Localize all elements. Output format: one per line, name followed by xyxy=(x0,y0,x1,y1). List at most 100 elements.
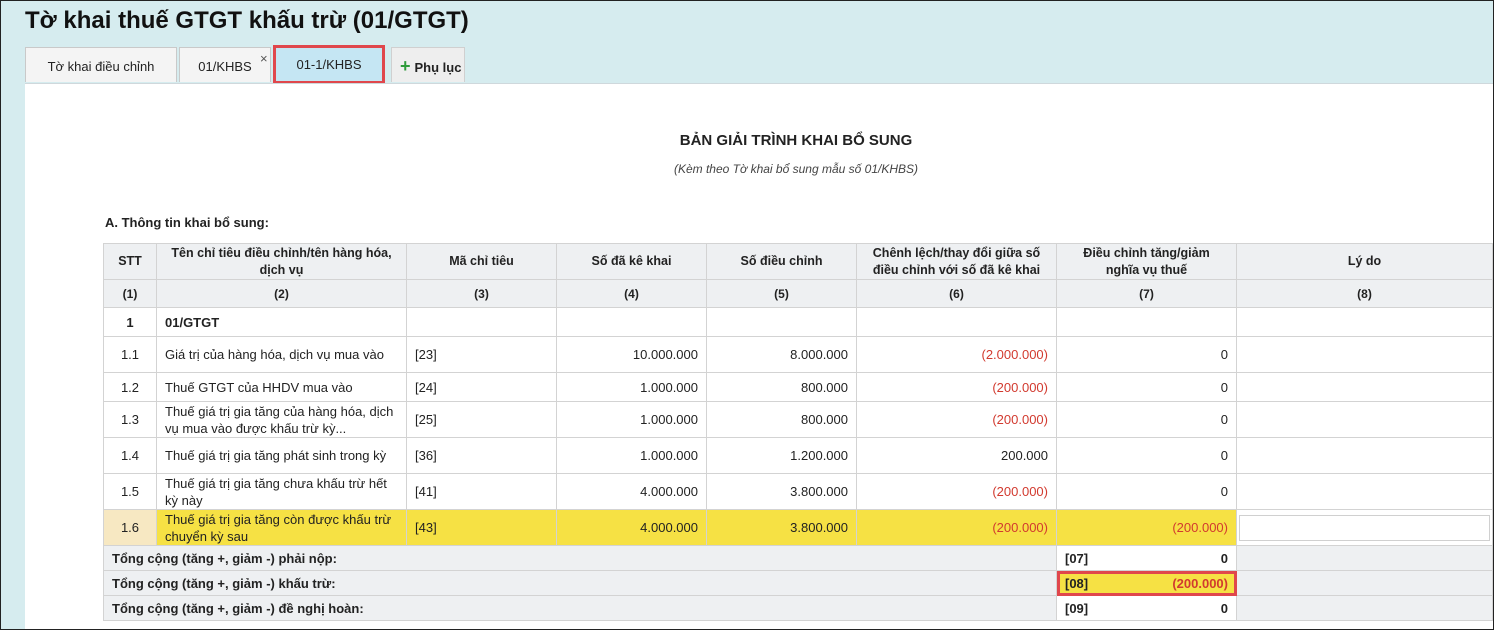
row-adjusted[interactable]: 3.800.000 xyxy=(706,473,857,510)
plus-icon: + xyxy=(400,56,411,76)
row-stt: 1.2 xyxy=(103,372,157,402)
row-declared: 10.000.000 xyxy=(556,336,707,373)
close-icon[interactable]: × xyxy=(260,51,268,66)
row-declared: 1.000.000 xyxy=(556,401,707,438)
total-label: Tổng cộng (tăng +, giảm -) khấu trừ: xyxy=(103,570,1057,596)
supplementary-table: STT Tên chỉ tiêu điều chỉnh/tên hàng hóa… xyxy=(103,243,1493,621)
group-stt: 1 xyxy=(103,307,157,337)
row-stt: 1.6 xyxy=(103,509,157,546)
row-change: (200.000) xyxy=(1056,509,1237,546)
col-header-adjusted: Số điều chỉnh xyxy=(706,243,857,280)
row-reason[interactable] xyxy=(1236,473,1493,510)
total-row-refund: Tổng cộng (tăng +, giảm -) đề nghị hoàn:… xyxy=(103,595,1493,621)
row-code: [36] xyxy=(406,437,557,474)
row-adjusted[interactable]: 3.800.000 xyxy=(706,509,857,546)
col-number: (5) xyxy=(706,279,857,308)
col-header-declared: Số đã kê khai xyxy=(556,243,707,280)
table-row[interactable]: 1.2 Thuế GTGT của HHDV mua vào [24] 1.00… xyxy=(103,372,1493,402)
table-row[interactable]: 1.1 Giá trị của hàng hóa, dịch vụ mua và… xyxy=(103,336,1493,373)
col-number: (7) xyxy=(1056,279,1237,308)
column-number-row: (1) (2) (3) (4) (5) (6) (7) (8) xyxy=(103,279,1493,308)
col-header-stt: STT xyxy=(103,243,157,280)
form-content: BẢN GIẢI TRÌNH KHAI BỔ SUNG (Kèm theo Tờ… xyxy=(25,83,1493,629)
row-diff: (200.000) xyxy=(856,372,1057,402)
row-adjusted[interactable]: 8.000.000 xyxy=(706,336,857,373)
col-header-code: Mã chỉ tiêu xyxy=(406,243,557,280)
row-change: 0 xyxy=(1056,401,1237,438)
section-a-heading: A. Thông tin khai bổ sung: xyxy=(105,215,269,230)
col-header-change: Điều chỉnh tăng/giảm nghĩa vụ thuế xyxy=(1056,243,1237,280)
table-row[interactable]: 1.3 Thuế giá trị gia tăng của hàng hóa, … xyxy=(103,401,1493,438)
total-cell: [07] 0 xyxy=(1056,545,1237,571)
row-name: Giá trị của hàng hóa, dịch vụ mua vào xyxy=(156,336,407,373)
row-declared: 4.000.000 xyxy=(556,509,707,546)
row-reason[interactable] xyxy=(1236,437,1493,474)
col-number: (6) xyxy=(856,279,1057,308)
row-code: [23] xyxy=(406,336,557,373)
row-declared: 1.000.000 xyxy=(556,372,707,402)
row-name: Thuế giá trị gia tăng còn được khấu trừ … xyxy=(156,509,407,546)
row-stt: 1.4 xyxy=(103,437,157,474)
row-adjusted[interactable]: 800.000 xyxy=(706,401,857,438)
row-name: Thuế GTGT của HHDV mua vào xyxy=(156,372,407,402)
tab-01-1-khbs[interactable]: 01-1/KHBS xyxy=(273,45,385,84)
app-window: Tờ khai thuế GTGT khấu trừ (01/GTGT) Tờ … xyxy=(0,0,1494,630)
row-code: [43] xyxy=(406,509,557,546)
row-diff: 200.000 xyxy=(856,437,1057,474)
row-reason[interactable] xyxy=(1236,372,1493,402)
row-name: Thuế giá trị gia tăng chưa khấu trừ hết … xyxy=(156,473,407,510)
table-row-selected[interactable]: 1.6 Thuế giá trị gia tăng còn được khấu … xyxy=(103,509,1493,546)
row-diff: (200.000) xyxy=(856,509,1057,546)
add-appendix-button[interactable]: + Phụ lục xyxy=(391,47,465,82)
row-reason[interactable] xyxy=(1236,336,1493,373)
row-diff: (2.000.000) xyxy=(856,336,1057,373)
row-change: 0 xyxy=(1056,372,1237,402)
row-declared: 1.000.000 xyxy=(556,437,707,474)
row-name: Thuế giá trị gia tăng phát sinh trong kỳ xyxy=(156,437,407,474)
row-code: [41] xyxy=(406,473,557,510)
row-reason xyxy=(1236,509,1493,546)
document-title: BẢN GIẢI TRÌNH KHAI BỔ SUNG xyxy=(679,132,913,149)
row-change: 0 xyxy=(1056,437,1237,474)
total-code: [07] xyxy=(1065,550,1089,566)
col-header-name: Tên chỉ tiêu điều chỉnh/tên hàng hóa, dị… xyxy=(156,243,407,280)
tab-to-khai-dieu-chinh[interactable]: Tờ khai điều chỉnh xyxy=(25,47,177,82)
tab-01-khbs[interactable]: 01/KHBS xyxy=(179,47,271,82)
row-diff: (200.000) xyxy=(856,401,1057,438)
row-reason[interactable] xyxy=(1236,401,1493,438)
table-row[interactable]: 1.4 Thuế giá trị gia tăng phát sinh tron… xyxy=(103,437,1493,474)
header-row: STT Tên chỉ tiêu điều chỉnh/tên hàng hóa… xyxy=(103,243,1493,280)
row-change: 0 xyxy=(1056,336,1237,373)
document-subtitle: (Kèm theo Tờ khai bổ sung mẫu số 01/KHBS… xyxy=(673,162,919,176)
total-value: 0 xyxy=(1220,550,1228,566)
row-adjusted[interactable]: 1.200.000 xyxy=(706,437,857,474)
group-row: 1 01/GTGT xyxy=(103,307,1493,337)
row-stt: 1.5 xyxy=(103,473,157,510)
row-diff: (200.000) xyxy=(856,473,1057,510)
row-name: Thuế giá trị gia tăng của hàng hóa, dịch… xyxy=(156,401,407,438)
col-number: (3) xyxy=(406,279,557,308)
total-cell: [09] 0 xyxy=(1056,595,1237,621)
col-header-reason: Lý do xyxy=(1236,243,1493,280)
reason-input[interactable] xyxy=(1239,514,1490,541)
group-name: 01/GTGT xyxy=(156,307,407,337)
table-row[interactable]: 1.5 Thuế giá trị gia tăng chưa khấu trừ … xyxy=(103,473,1493,510)
row-code: [25] xyxy=(406,401,557,438)
row-code: [24] xyxy=(406,372,557,402)
total-row-deductible: Tổng cộng (tăng +, giảm -) khấu trừ: [08… xyxy=(103,570,1493,596)
total-code: [09] xyxy=(1065,600,1089,616)
col-header-diff: Chênh lệch/thay đổi giữa số điều chỉnh v… xyxy=(856,243,1057,280)
col-number: (8) xyxy=(1236,279,1493,308)
col-number: (4) xyxy=(556,279,707,308)
total-code: [08] xyxy=(1065,575,1089,591)
col-number: (1) xyxy=(103,279,157,308)
row-adjusted[interactable]: 800.000 xyxy=(706,372,857,402)
row-stt: 1.3 xyxy=(103,401,157,438)
col-number: (2) xyxy=(156,279,407,308)
total-value: (200.000) xyxy=(1172,575,1228,591)
total-row-payable: Tổng cộng (tăng +, giảm -) phải nộp: [07… xyxy=(103,545,1493,571)
row-change: 0 xyxy=(1056,473,1237,510)
total-cell-highlighted: [08] (200.000) xyxy=(1056,570,1237,596)
total-label: Tổng cộng (tăng +, giảm -) phải nộp: xyxy=(103,545,1057,571)
total-value: 0 xyxy=(1220,600,1228,616)
